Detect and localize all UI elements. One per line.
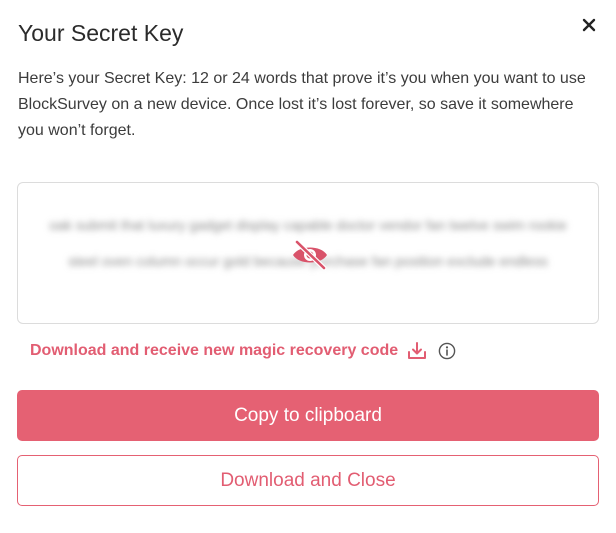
download-icon[interactable] xyxy=(406,340,428,362)
magic-recovery-link[interactable]: Download and receive new magic recovery … xyxy=(30,342,398,360)
dialog-title: Your Secret Key xyxy=(18,20,184,46)
info-icon[interactable] xyxy=(438,342,456,360)
download-and-close-button[interactable]: Download and Close xyxy=(17,455,599,506)
secret-key-box: oak submit that luxury gadget display ca… xyxy=(17,182,599,324)
magic-recovery-row: Download and receive new magic recovery … xyxy=(30,340,456,362)
close-icon[interactable] xyxy=(578,14,600,36)
copy-to-clipboard-button[interactable]: Copy to clipboard xyxy=(17,390,599,441)
dialog-description: Here’s your Secret Key: 12 or 24 words t… xyxy=(18,70,586,139)
secret-key-dialog: Your Secret Key Here’s your Secret Key: … xyxy=(0,0,616,533)
eye-slash-icon[interactable] xyxy=(290,239,330,271)
